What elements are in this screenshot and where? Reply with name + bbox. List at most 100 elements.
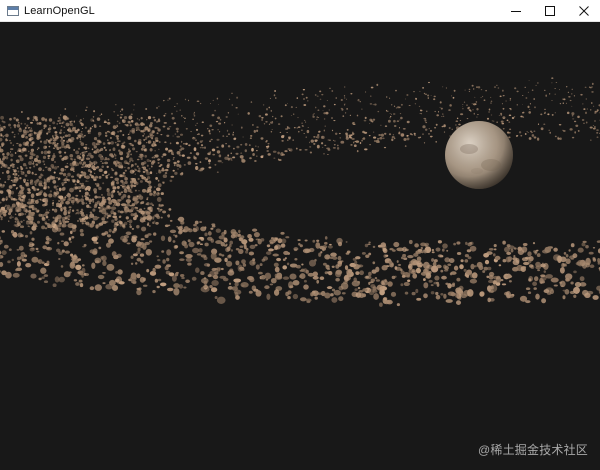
asteroid-back (551, 114, 554, 116)
asteroid (322, 245, 328, 249)
asteroid-back (445, 87, 447, 89)
asteroid (168, 208, 172, 211)
asteroid (44, 118, 48, 121)
asteroid (234, 281, 239, 287)
asteroid (430, 284, 434, 287)
asteroid-back (84, 126, 87, 129)
asteroid (376, 284, 384, 291)
asteroid (134, 139, 137, 143)
asteroid (55, 136, 59, 139)
asteroid (158, 208, 162, 213)
asteroid (43, 150, 48, 155)
asteroid-back (184, 98, 187, 101)
asteroid-back (236, 96, 239, 99)
asteroid-back (153, 190, 156, 195)
asteroid-back (406, 137, 410, 141)
asteroid-back (349, 114, 352, 116)
asteroid (241, 259, 246, 264)
asteroid-back (441, 125, 444, 128)
asteroid (42, 160, 45, 163)
asteroid-back (273, 94, 276, 97)
asteroid (11, 203, 16, 208)
asteroid-back (421, 133, 425, 135)
asteroid (26, 205, 28, 207)
asteroid-back (139, 174, 144, 177)
asteroid-back (218, 122, 222, 125)
window-controls (498, 0, 600, 22)
asteroid (269, 239, 276, 244)
asteroid-back (28, 150, 30, 153)
asteroid-back (422, 87, 425, 89)
asteroid-back (212, 153, 216, 156)
asteroid-back (493, 86, 497, 89)
asteroid-back (535, 84, 537, 86)
asteroid (126, 155, 129, 159)
asteroid-back (199, 102, 202, 105)
asteroid-back (419, 113, 421, 114)
asteroid-back (403, 137, 407, 142)
asteroid (126, 151, 130, 155)
asteroid (362, 288, 368, 292)
asteroid-back (6, 152, 10, 156)
asteroid (40, 267, 47, 274)
asteroid (202, 285, 208, 289)
asteroid (387, 281, 393, 287)
asteroid (110, 206, 117, 211)
asteroid (3, 135, 5, 137)
asteroid (21, 198, 26, 202)
asteroid (68, 206, 72, 209)
asteroid (319, 276, 325, 281)
asteroid-back (293, 113, 295, 115)
asteroid (305, 269, 309, 274)
asteroid-back (143, 148, 147, 152)
asteroid (38, 182, 43, 187)
close-button[interactable] (568, 0, 600, 22)
asteroid (437, 240, 442, 244)
asteroid (433, 281, 438, 285)
maximize-button[interactable] (534, 0, 566, 22)
asteroid (48, 127, 52, 131)
asteroid-back (419, 90, 421, 92)
asteroid (71, 227, 77, 233)
asteroid (50, 163, 55, 168)
asteroid (16, 167, 19, 169)
asteroid (341, 292, 346, 295)
asteroid-back (249, 157, 252, 160)
asteroid-back (370, 95, 372, 97)
opengl-viewport[interactable]: @稀土掘金技术社区 (0, 22, 600, 470)
asteroid-back (195, 128, 199, 131)
asteroid-back (121, 108, 124, 111)
asteroid (187, 239, 191, 243)
asteroid (39, 198, 41, 201)
asteroid-back (144, 154, 148, 158)
asteroid (391, 275, 396, 280)
asteroid-back (317, 109, 320, 112)
asteroid-back (108, 173, 110, 176)
asteroid-back (350, 93, 353, 95)
asteroid (108, 149, 111, 152)
minimize-button[interactable] (500, 0, 532, 22)
asteroid-back (558, 124, 562, 126)
asteroid-back (363, 119, 367, 122)
asteroid-back (179, 133, 184, 136)
asteroid (62, 219, 66, 223)
asteroid (130, 142, 132, 145)
asteroid-back (323, 129, 325, 132)
asteroid-back (287, 139, 289, 141)
asteroid (152, 267, 156, 273)
asteroid (466, 275, 470, 278)
asteroid-back (591, 86, 593, 88)
asteroid (65, 176, 68, 178)
asteroid-back (286, 132, 288, 133)
asteroid-back (217, 116, 221, 120)
asteroid-back (475, 101, 478, 103)
asteroid-back (430, 136, 432, 138)
asteroid-back (456, 117, 459, 120)
asteroid-back (188, 144, 191, 147)
title-bar[interactable]: LearnOpenGL (0, 0, 600, 22)
asteroid (416, 256, 422, 262)
asteroid (74, 183, 77, 186)
asteroid (43, 280, 49, 283)
asteroid (188, 241, 195, 248)
asteroid-back (267, 153, 271, 156)
